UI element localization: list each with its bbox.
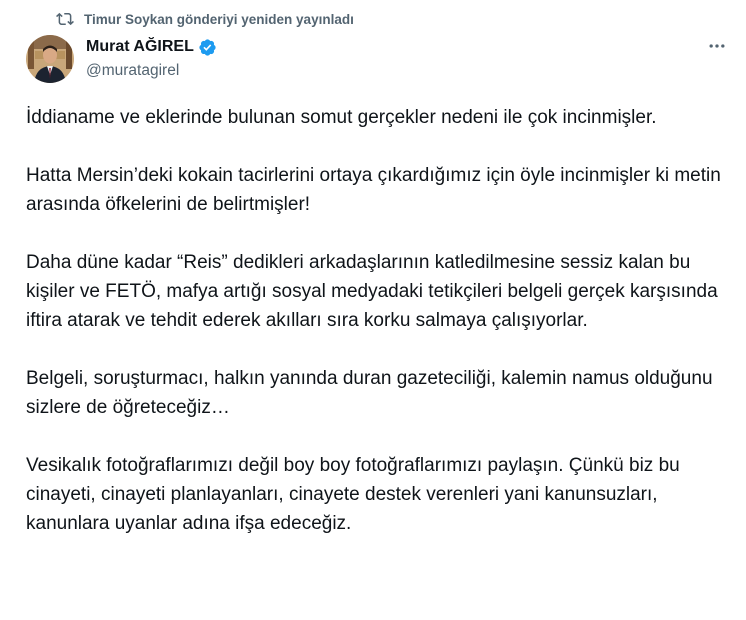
- display-name[interactable]: Murat AĞIREL: [86, 38, 194, 56]
- tweet-text: İddianame ve eklerinde bulunan somut ger…: [26, 103, 726, 567]
- tweet[interactable]: Timur Soykan gönderiyi yeniden yayınladı…: [0, 0, 746, 620]
- verified-badge-icon[interactable]: [198, 38, 217, 57]
- repost-text: Timur Soykan gönderiyi yeniden yayınladı: [84, 11, 354, 27]
- avatar[interactable]: [26, 35, 74, 83]
- repost-icon: [56, 10, 74, 28]
- author-block: Murat AĞIREL @muratagirel: [86, 36, 217, 80]
- tweet-paragraph: Belgeli, soruşturmacı, halkın yanında du…: [26, 368, 713, 418]
- tweet-paragraph: İddianame ve eklerinde bulunan somut ger…: [26, 107, 657, 128]
- more-icon: [707, 36, 727, 61]
- tweet-paragraph: Daha düne kadar “Reis” dedikleri arkadaş…: [26, 252, 718, 331]
- tweet-paragraph: Hatta Mersin’deki kokain tacirlerini ort…: [26, 165, 721, 215]
- author-name-row: Murat AĞIREL: [86, 36, 217, 58]
- more-options-button[interactable]: [704, 37, 730, 59]
- author-handle[interactable]: @muratagirel: [86, 62, 217, 80]
- repost-indicator[interactable]: Timur Soykan gönderiyi yeniden yayınladı: [56, 9, 354, 29]
- tweet-paragraph: Vesikalık fotoğraflarımızı değil boy boy…: [26, 455, 680, 534]
